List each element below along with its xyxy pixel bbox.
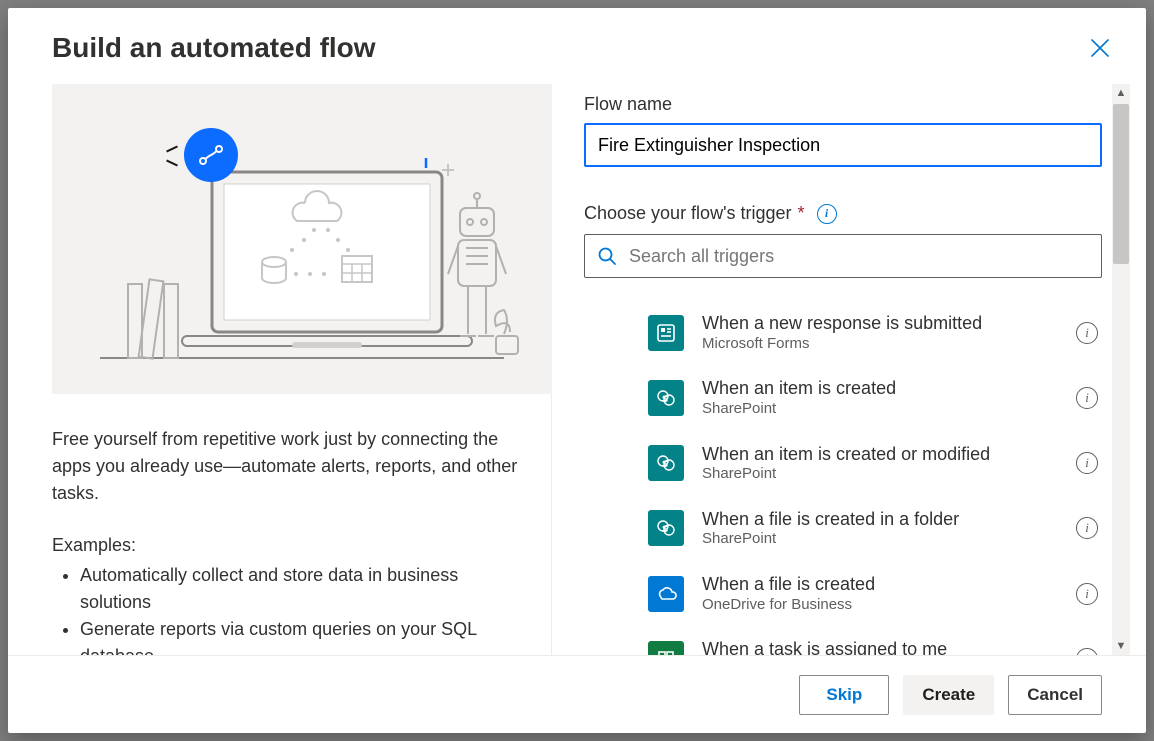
choose-trigger-text: Choose your flow's trigger (584, 203, 792, 224)
close-button[interactable] (1084, 32, 1116, 64)
illustration-graphic (52, 84, 552, 394)
choose-trigger-label: Choose your flow's trigger * i (584, 203, 1102, 224)
trigger-service: Microsoft Forms (702, 335, 1058, 354)
trigger-radio[interactable] (600, 643, 620, 655)
onedrive-icon (648, 576, 684, 612)
example-item: Automatically collect and store data in … (80, 562, 519, 616)
info-icon[interactable]: i (1076, 517, 1098, 539)
trigger-service: OneDrive for Business (702, 596, 1058, 615)
forms-icon (648, 315, 684, 351)
close-icon (1091, 39, 1109, 57)
examples-list: Automatically collect and store data in … (52, 562, 519, 655)
trigger-radio[interactable] (600, 388, 620, 408)
trigger-text: When a file is created in a folder Share… (702, 508, 1058, 549)
sharepoint-icon: S (648, 380, 684, 416)
trigger-list: When a new response is submitted Microso… (584, 300, 1102, 655)
trigger-title: When a file is created in a folder (702, 508, 1058, 531)
trigger-radio[interactable] (600, 518, 620, 538)
trigger-service: SharePoint (702, 465, 1058, 484)
trigger-item-forms[interactable]: When a new response is submitted Microso… (644, 300, 1102, 365)
scroll-thumb[interactable] (1113, 104, 1129, 264)
build-automated-flow-dialog: Build an automated flow (8, 8, 1146, 733)
info-icon[interactable]: i (1076, 648, 1098, 655)
trigger-text: When an item is created or modified Shar… (702, 443, 1058, 484)
flow-name-label: Flow name (584, 94, 1102, 115)
cancel-button[interactable]: Cancel (1008, 675, 1102, 715)
flow-badge-icon (184, 128, 238, 182)
svg-text:S: S (662, 524, 668, 534)
trigger-radio[interactable] (600, 323, 620, 343)
search-icon (597, 246, 617, 266)
trigger-text: When a file is created OneDrive for Busi… (702, 573, 1058, 614)
trigger-title: When a new response is submitted (702, 312, 1058, 335)
scrollbar[interactable]: ▲ ▼ (1112, 84, 1130, 655)
trigger-search[interactable] (584, 234, 1102, 278)
sharepoint-icon: S (648, 445, 684, 481)
scroll-down-icon[interactable]: ▼ (1116, 637, 1127, 655)
examples-heading: Examples: (52, 535, 519, 556)
trigger-title: When a task is assigned to me (702, 638, 1058, 655)
example-item: Generate reports via custom queries on y… (80, 616, 519, 655)
trigger-text: When a task is assigned to me Planner (702, 638, 1058, 655)
trigger-title: When a file is created (702, 573, 1058, 596)
skip-button[interactable]: Skip (799, 675, 889, 715)
sharepoint-icon: S (648, 510, 684, 546)
trigger-search-input[interactable] (627, 245, 1089, 268)
trigger-radio[interactable] (600, 584, 620, 604)
dialog-body: Free yourself from repetitive work just … (8, 84, 1146, 655)
info-icon[interactable]: i (1076, 452, 1098, 474)
trigger-service: SharePoint (702, 530, 1058, 549)
dialog-footer: Skip Create Cancel (8, 655, 1146, 733)
info-icon[interactable]: i (817, 204, 837, 224)
trigger-item-planner[interactable]: When a task is assigned to me Planner i (644, 626, 1102, 655)
info-icon[interactable]: i (1076, 322, 1098, 344)
trigger-radio[interactable] (600, 453, 620, 473)
trigger-item-sharepoint[interactable]: S When an item is created or modified Sh… (644, 431, 1102, 496)
left-pane: Free yourself from repetitive work just … (52, 84, 552, 655)
trigger-item-onedrive[interactable]: When a file is created OneDrive for Busi… (644, 561, 1102, 626)
dialog-header: Build an automated flow (8, 8, 1146, 84)
trigger-title: When an item is created (702, 377, 1058, 400)
scroll-up-icon[interactable]: ▲ (1116, 84, 1127, 102)
right-pane: Flow name Choose your flow's trigger * i (552, 84, 1130, 655)
trigger-item-sharepoint[interactable]: S When an item is created SharePoint i (644, 365, 1102, 430)
required-asterisk: * (798, 203, 805, 224)
trigger-text: When an item is created SharePoint (702, 377, 1058, 418)
illustration (52, 84, 552, 394)
create-button[interactable]: Create (903, 675, 994, 715)
trigger-text: When a new response is submitted Microso… (702, 312, 1058, 353)
svg-text:S: S (662, 394, 668, 404)
trigger-title: When an item is created or modified (702, 443, 1058, 466)
trigger-service: SharePoint (702, 400, 1058, 419)
dialog-title: Build an automated flow (52, 32, 376, 84)
planner-icon (648, 641, 684, 655)
flow-name-input[interactable] (584, 123, 1102, 167)
trigger-item-sharepoint[interactable]: S When a file is created in a folder Sha… (644, 496, 1102, 561)
info-icon[interactable]: i (1076, 387, 1098, 409)
description-text: Free yourself from repetitive work just … (52, 426, 519, 507)
info-icon[interactable]: i (1076, 583, 1098, 605)
svg-text:S: S (662, 459, 668, 469)
